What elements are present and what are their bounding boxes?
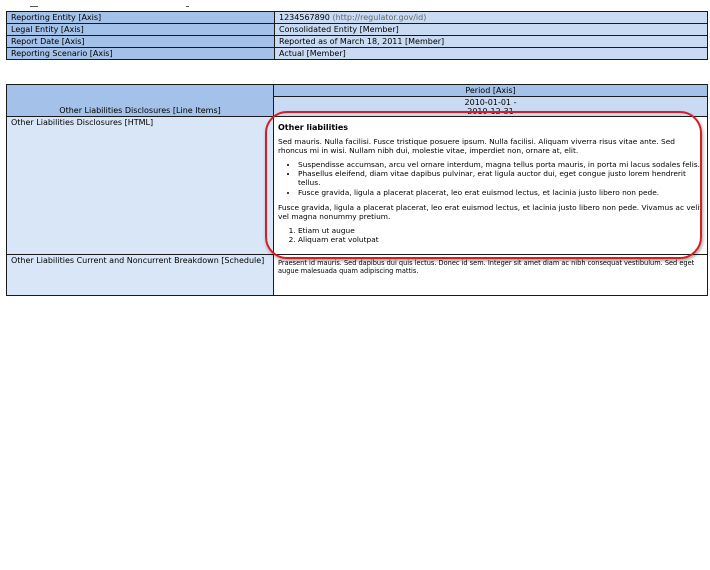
bullet-list: Suspendisse accumsan, arcu vel ornare in… — [278, 160, 703, 196]
period-end: 2010-12-31 — [467, 107, 514, 116]
axis-value: 1234567890 (http://regulator.gov/id) — [274, 11, 708, 24]
list-item: Phasellus eleifend, diam vitae dapibus p… — [298, 169, 703, 187]
table-row: Other Liabilities Current and Noncurrent… — [6, 254, 708, 296]
entity-scheme: (http://regulator.gov/id) — [329, 13, 427, 22]
list-item: Aliquam erat volutpat — [298, 235, 703, 244]
numbered-list: Etiam ut augue Aliquam erat volutpat — [278, 226, 703, 244]
axis-value: Consolidated Entity [Member] — [274, 23, 708, 36]
disclosure-paragraph: Fusce gravida, ligula a placerat placera… — [278, 202, 703, 221]
axis-value: Actual [Member] — [274, 47, 708, 60]
cropped-text-fragment — [186, 6, 189, 7]
list-item: Suspendisse accumsan, arcu vel ornare in… — [298, 160, 703, 169]
entity-id: 1234567890 — [279, 13, 330, 22]
period-start: 2010-01-01 - — [464, 98, 517, 107]
axis-label: Legal Entity [Axis] — [6, 23, 275, 36]
axis-label: Reporting Scenario [Axis] — [6, 47, 275, 60]
list-item: Fusce gravida, ligula a placerat placera… — [298, 188, 703, 197]
html-disclosure-cell: Other liabilities Sed mauris. Nulla faci… — [273, 116, 708, 255]
axis-label: Reporting Entity [Axis] — [6, 11, 275, 24]
period-axis-header: Period [Axis] — [273, 84, 708, 97]
list-item: Etiam ut augue — [298, 226, 703, 235]
header-row: Other Liabilities Disclosures [Line Item… — [6, 96, 708, 117]
period-dates: 2010-01-01 - 2010-12-31 — [273, 96, 708, 117]
disclosures-table: Period [Axis] Other Liabilities Disclosu… — [6, 84, 708, 296]
context-row: Reporting Scenario [Axis] Actual [Member… — [6, 47, 708, 60]
axis-label: Report Date [Axis] — [6, 35, 275, 48]
context-row: Report Date [Axis] Reported as of March … — [6, 35, 708, 48]
row-label: Other Liabilities Current and Noncurrent… — [6, 254, 274, 296]
header-row: Period [Axis] — [6, 84, 708, 97]
context-row: Reporting Entity [Axis] 1234567890 (http… — [6, 11, 708, 24]
disclosure-paragraph: Sed mauris. Nulla facilisi. Fusce tristi… — [278, 137, 675, 156]
schedule-cell: Praesent id mauris. Sed dapibus dui quis… — [273, 254, 708, 296]
header-corner — [6, 84, 274, 97]
cropped-text-fragment — [30, 6, 38, 7]
context-row: Legal Entity [Axis] Consolidated Entity … — [6, 23, 708, 36]
row-label: Other Liabilities Disclosures [HTML] — [6, 116, 274, 255]
axis-value: Reported as of March 18, 2011 [Member] — [274, 35, 708, 48]
line-items-header: Other Liabilities Disclosures [Line Item… — [6, 96, 274, 117]
disclosure-heading: Other liabilities — [278, 123, 349, 132]
table-row: Other Liabilities Disclosures [HTML] Oth… — [6, 116, 708, 255]
context-axes-table: Reporting Entity [Axis] 1234567890 (http… — [6, 11, 708, 60]
